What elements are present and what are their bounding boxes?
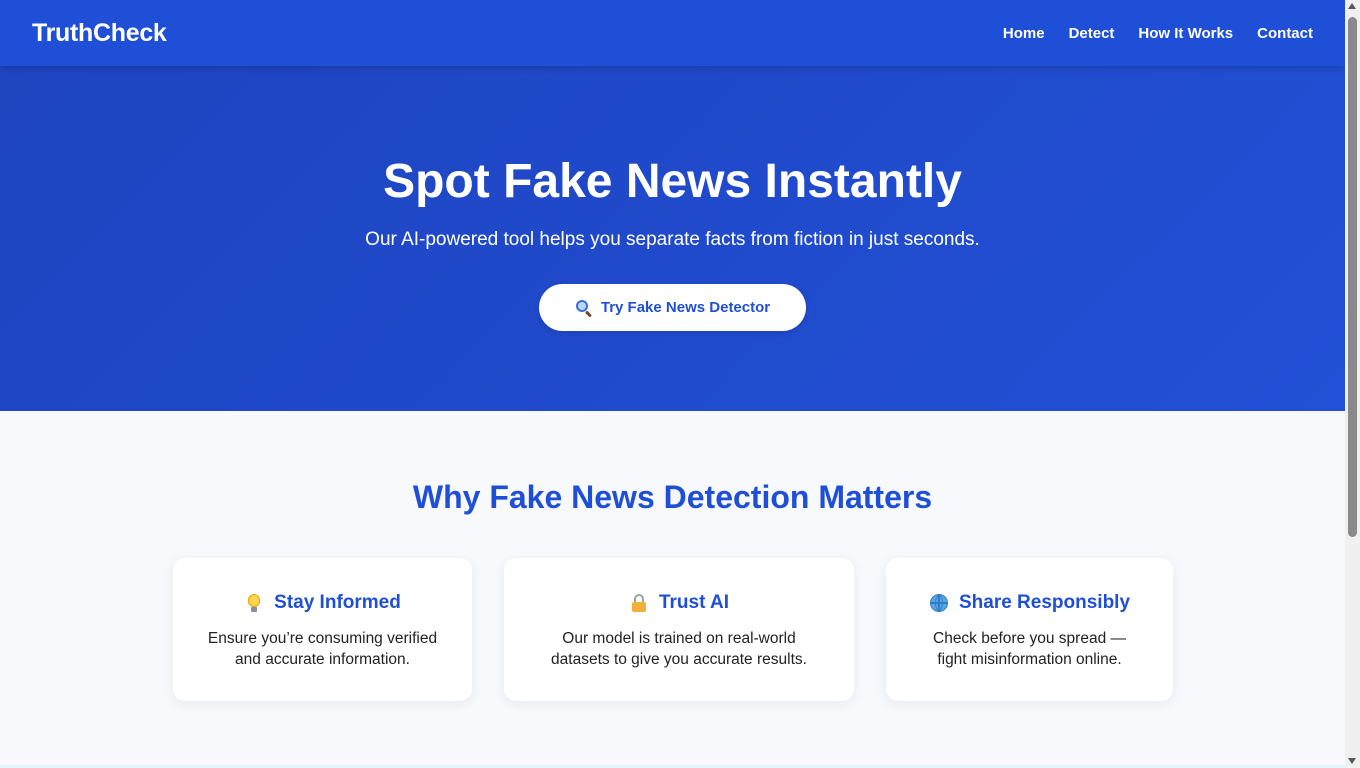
card-text-line: and accurate information. [235,651,410,668]
card-text: Our model is trained on real-world datas… [524,628,834,670]
lock-icon [629,593,649,613]
magnifying-glass-icon [575,299,593,318]
vertical-scrollbar[interactable] [1345,0,1360,768]
card-text: Ensure you’re consuming verified and acc… [193,628,452,670]
try-detector-label: Try Fake News Detector [600,299,771,316]
hero-subtitle: Our AI-powered tool helps you separate f… [365,229,980,250]
hero-title: Spot Fake News Instantly [383,155,962,208]
page: TruthCheck Home Detect How It Works Cont… [0,0,1345,768]
nav-link-detect[interactable]: Detect [1069,25,1115,42]
card-header: Trust AI [504,592,854,614]
globe-icon [929,593,949,613]
brand-logo[interactable]: TruthCheck [32,19,167,48]
card-text-line: Check before you spread — [933,630,1126,647]
hero-section: Spot Fake News Instantly Our AI-powered … [0,66,1345,411]
feature-card-share-responsibly: Share Responsibly Check before you sprea… [886,558,1173,701]
nav-links: Home Detect How It Works Contact [1003,25,1313,42]
card-text: Check before you spread — fight misinfor… [906,628,1153,670]
navbar: TruthCheck Home Detect How It Works Cont… [0,0,1345,66]
feature-card-stay-informed: Stay Informed Ensure you’re consuming ve… [173,558,472,701]
card-header: Share Responsibly [886,592,1173,614]
try-detector-button[interactable]: Try Fake News Detector [539,284,806,331]
card-text-line: Our model is trained on real-world [562,630,796,647]
nav-link-how-it-works[interactable]: How It Works [1138,25,1233,42]
card-title: Trust AI [658,592,730,613]
card-header: Stay Informed [173,592,472,614]
card-text-line: fight misinformation online. [937,651,1122,668]
why-title: Why Fake News Detection Matters [412,479,933,515]
nav-link-contact[interactable]: Contact [1257,25,1313,42]
nav-link-home[interactable]: Home [1003,25,1045,42]
lightbulb-icon [244,593,264,613]
scrollbar-thumb[interactable] [1348,17,1357,537]
card-text-line: Ensure you’re consuming verified [207,630,438,647]
why-section: Why Fake News Detection Matters Stay Inf… [0,411,1345,768]
scroll-up-arrow-icon[interactable] [1348,3,1356,9]
card-title: Share Responsibly [958,592,1131,613]
feature-card-trust-ai: Trust AI Our model is trained on real-wo… [504,558,854,701]
scroll-down-arrow-icon[interactable] [1348,758,1356,764]
card-text-line: datasets to give you accurate results. [551,651,807,668]
card-title: Stay Informed [274,592,401,613]
